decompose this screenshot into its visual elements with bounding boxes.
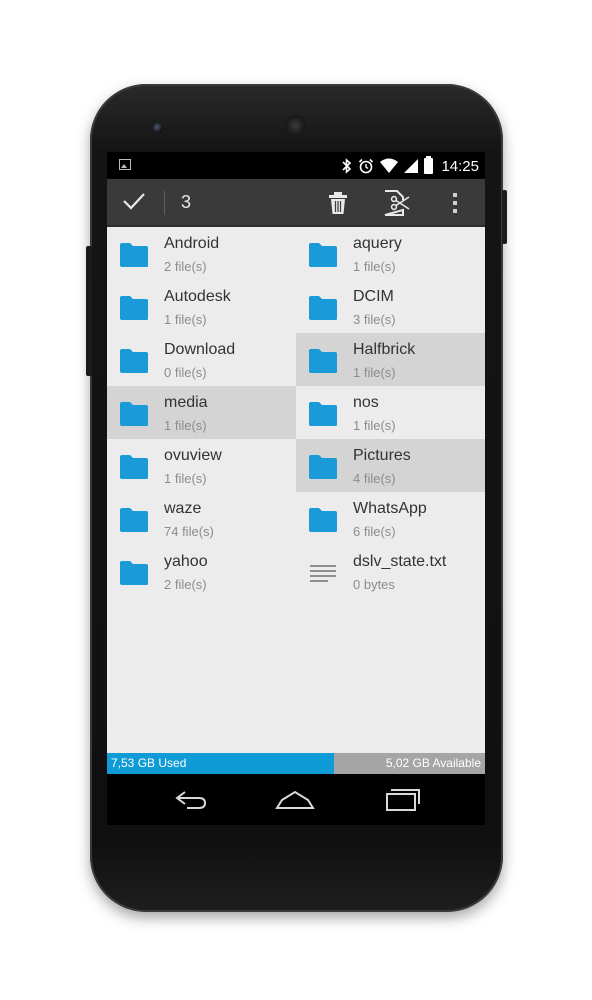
file-name: Halfbrick <box>353 341 416 358</box>
file-item[interactable]: Download 0 file(s) <box>107 333 296 386</box>
file-item[interactable]: Autodesk 1 file(s) <box>107 280 296 333</box>
file-item[interactable]: media 1 file(s) <box>107 386 296 439</box>
file-name: aquery <box>353 235 402 252</box>
status-clock: 14:25 <box>441 157 479 175</box>
file-detail: 74 file(s) <box>164 524 214 539</box>
file-detail: 2 file(s) <box>164 577 207 592</box>
folder-icon <box>309 349 337 373</box>
file-detail: 1 file(s) <box>353 418 396 433</box>
recents-icon[interactable] <box>381 786 421 812</box>
folder-icon <box>120 296 148 320</box>
overflow-menu-icon[interactable] <box>441 188 469 218</box>
file-name: Download <box>164 341 236 358</box>
file-detail: 3 file(s) <box>353 312 396 327</box>
folder-icon <box>309 402 337 426</box>
file-detail: 1 file(s) <box>353 259 396 274</box>
file-detail: 1 file(s) <box>164 471 207 486</box>
storage-usage-bar: 7,53 GB Used 5,02 GB Available <box>107 753 485 774</box>
file-name: media <box>164 394 208 411</box>
file-name: Autodesk <box>164 288 231 305</box>
folder-icon <box>120 243 148 267</box>
wifi-icon <box>380 158 399 173</box>
file-item[interactable]: dslv_state.txt 0 bytes <box>296 545 485 598</box>
front-camera <box>153 123 163 133</box>
file-detail: 1 file(s) <box>164 418 207 433</box>
signal-icon <box>404 159 419 173</box>
file-name: Android <box>164 235 220 252</box>
back-icon[interactable] <box>171 786 211 812</box>
folder-icon <box>309 243 337 267</box>
folder-icon <box>120 455 148 479</box>
folder-icon <box>120 561 148 585</box>
file-detail: 0 file(s) <box>164 365 207 380</box>
file-detail: 1 file(s) <box>353 365 396 380</box>
power-button <box>502 190 507 244</box>
file-item[interactable]: Pictures 4 file(s) <box>296 439 485 492</box>
file-item[interactable]: Android 2 file(s) <box>107 227 296 280</box>
storage-available-label: 5,02 GB Available <box>385 756 481 770</box>
delete-icon[interactable] <box>323 188 353 218</box>
screen: 14:25 3 Android 2 file(s) aquery 1 file(s) A <box>107 152 485 825</box>
file-item[interactable]: ovuview 1 file(s) <box>107 439 296 492</box>
earpiece-speaker <box>285 115 306 136</box>
volume-button <box>86 246 92 376</box>
file-name: Pictures <box>353 447 411 464</box>
file-detail: 2 file(s) <box>164 259 207 274</box>
file-item[interactable]: Halfbrick 1 file(s) <box>296 333 485 386</box>
alarm-icon <box>359 158 374 174</box>
bluetooth-icon <box>342 158 352 174</box>
file-name: dslv_state.txt <box>353 553 447 570</box>
file-name: ovuview <box>164 447 222 464</box>
image-notification-icon <box>119 159 131 170</box>
contextual-action-bar: 3 <box>107 179 485 227</box>
file-item[interactable]: WhatsApp 6 file(s) <box>296 492 485 545</box>
storage-used-label: 7,53 GB Used <box>111 756 187 770</box>
file-detail: 0 bytes <box>353 577 395 592</box>
status-icons: 14:25 <box>342 156 479 176</box>
battery-icon <box>424 156 434 174</box>
status-bar: 14:25 <box>107 152 485 179</box>
file-name: yahoo <box>164 553 208 570</box>
action-bar-divider <box>164 191 165 215</box>
file-item[interactable]: aquery 1 file(s) <box>296 227 485 280</box>
folder-icon <box>309 296 337 320</box>
folder-icon <box>120 402 148 426</box>
done-check-icon[interactable] <box>121 188 147 214</box>
file-detail: 6 file(s) <box>353 524 396 539</box>
folder-icon <box>120 508 148 532</box>
file-detail: 4 file(s) <box>353 471 396 486</box>
folder-icon <box>120 349 148 373</box>
file-name: DCIM <box>353 288 394 305</box>
file-name: waze <box>164 500 202 517</box>
file-list: Android 2 file(s) aquery 1 file(s) Autodesk 1… <box>107 227 485 753</box>
file-item[interactable]: nos 1 file(s) <box>296 386 485 439</box>
file-name: WhatsApp <box>353 500 427 517</box>
home-icon[interactable] <box>275 786 315 812</box>
folder-icon <box>309 508 337 532</box>
text-file-icon <box>310 565 336 582</box>
file-item[interactable]: yahoo 2 file(s) <box>107 545 296 598</box>
navigation-bar <box>107 774 485 825</box>
selected-count: 3 <box>181 192 192 212</box>
file-item[interactable]: waze 74 file(s) <box>107 492 296 545</box>
file-name: nos <box>353 394 379 411</box>
folder-icon <box>309 455 337 479</box>
cut-icon[interactable] <box>381 188 413 218</box>
file-detail: 1 file(s) <box>164 312 207 327</box>
file-item[interactable]: DCIM 3 file(s) <box>296 280 485 333</box>
